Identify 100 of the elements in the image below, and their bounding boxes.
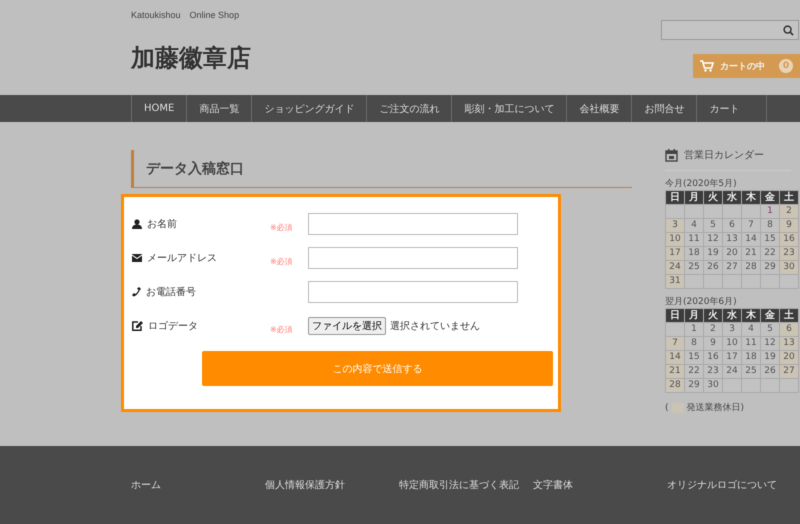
- required-note: ※必須: [270, 324, 293, 334]
- calendar-day: 15: [761, 233, 779, 246]
- required-note: ※必須: [270, 256, 293, 266]
- calendar-day: 22: [685, 365, 703, 378]
- weekday-header: 木: [742, 309, 760, 322]
- edit-icon: [132, 321, 143, 331]
- calendar-day: 19: [761, 351, 779, 364]
- file-status: 選択されていません: [390, 320, 480, 333]
- month-caption: 翌月(2020年6月): [665, 296, 738, 308]
- weekday-header: 火: [704, 309, 722, 322]
- calendar-day: 18: [742, 351, 760, 364]
- calendar-day: 31: [666, 275, 684, 288]
- nav-link[interactable]: 会社概要: [566, 95, 632, 122]
- weekday-header: 土: [780, 191, 798, 204]
- weekday-header: 水: [723, 191, 741, 204]
- calendar-day: 26: [704, 261, 722, 274]
- calendar-day: 20: [780, 351, 798, 364]
- search-field[interactable]: [661, 20, 799, 40]
- calendar-day: 12: [704, 233, 722, 246]
- calendar-day: 7: [666, 337, 684, 350]
- field-label: メールアドレス: [147, 252, 217, 265]
- calendar-day: 2: [780, 205, 798, 218]
- calendar-day: 10: [666, 233, 684, 246]
- footer-link[interactable]: 個人情報保護方針: [265, 478, 399, 492]
- text-field[interactable]: [308, 281, 518, 303]
- calendar-day: 17: [666, 247, 684, 260]
- calendar-day: 21: [666, 365, 684, 378]
- cart-count-badge: 0: [779, 59, 793, 73]
- field-label: お電話番号: [146, 286, 196, 299]
- footer-link[interactable]: ホーム: [131, 478, 265, 492]
- weekday-header: 木: [742, 191, 760, 204]
- calendar-day: 15: [685, 351, 703, 364]
- nav-link[interactable]: 彫刻・加工について: [451, 95, 566, 122]
- nav-link[interactable]: ショッピングガイド: [251, 95, 366, 122]
- site-tagline: Katoukishou Online Shop: [131, 9, 240, 22]
- phone-icon: [132, 287, 141, 297]
- weekday-header: 日: [666, 309, 684, 322]
- legend-paren: (: [665, 402, 669, 412]
- search-icon[interactable]: [783, 24, 794, 36]
- calendar-day: 3: [666, 219, 684, 232]
- field-label: ロゴデータ: [148, 320, 198, 333]
- calendar-day: 25: [742, 365, 760, 378]
- calendar-day: 8: [761, 219, 779, 232]
- calendar-day: 1: [761, 205, 779, 218]
- weekday-header: 土: [780, 309, 798, 322]
- calendar-day: 1: [685, 323, 703, 336]
- nav-link[interactable]: HOME: [131, 95, 186, 122]
- weekday-header: 月: [685, 191, 703, 204]
- weekday-header: 月: [685, 309, 703, 322]
- required-note: ※必須: [270, 222, 293, 232]
- weekday-header: 金: [761, 191, 779, 204]
- calendar-day: 28: [666, 379, 684, 392]
- calendar-day: 20: [723, 247, 741, 260]
- calendar-day: 5: [704, 219, 722, 232]
- text-field[interactable]: [308, 213, 518, 235]
- weekday-header: 金: [761, 309, 779, 322]
- text-field[interactable]: [308, 247, 518, 269]
- calendar-day: 5: [761, 323, 779, 336]
- site-logo[interactable]: 加藤徽章店: [131, 42, 251, 74]
- calendar-day: 16: [704, 351, 722, 364]
- calendar-day: 24: [723, 365, 741, 378]
- weekday-header: 火: [704, 191, 722, 204]
- nav-link[interactable]: 商品一覧: [186, 95, 252, 122]
- calendar-day: 16: [780, 233, 798, 246]
- calendar-day: 27: [780, 365, 798, 378]
- calendar-day: 14: [666, 351, 684, 364]
- footer-link[interactable]: オリジナルロゴについて: [667, 478, 777, 492]
- calendar-heading: 営業日カレンダー: [684, 148, 764, 162]
- calendar-day: 2: [704, 323, 722, 336]
- mail-icon: [132, 254, 142, 262]
- calendar-day: 29: [685, 379, 703, 392]
- calendar-day: 28: [742, 261, 760, 274]
- page-heading: データ入稿窓口: [131, 150, 632, 188]
- calendar-day: 11: [742, 337, 760, 350]
- calendar-day: 4: [685, 219, 703, 232]
- calendar-icon: [665, 148, 678, 162]
- choose-file-button[interactable]: ファイルを選択: [308, 317, 386, 335]
- calendar-day: 7: [742, 219, 760, 232]
- calendar-day: 21: [742, 247, 760, 260]
- calendar-day: 24: [666, 261, 684, 274]
- calendar-day: 9: [780, 219, 798, 232]
- calendar-day: 3: [723, 323, 741, 336]
- calendar-day: 12: [761, 337, 779, 350]
- calendar-day: 13: [780, 337, 798, 350]
- calendar-day: 18: [685, 247, 703, 260]
- calendar-day: 6: [780, 323, 798, 336]
- month-caption: 今月(2020年5月): [665, 178, 738, 190]
- calendar-day: 13: [723, 233, 741, 246]
- footer-link[interactable]: 特定商取引法に基づく表記: [399, 478, 533, 492]
- calendar-day: 30: [704, 379, 722, 392]
- nav-link[interactable]: ご注文の流れ: [366, 95, 452, 122]
- weekday-header: 日: [666, 191, 684, 204]
- calendar-day: 8: [685, 337, 703, 350]
- nav-link[interactable]: お問合せ: [631, 95, 696, 122]
- calendar-day: 27: [723, 261, 741, 274]
- calendar-day: 11: [685, 233, 703, 246]
- calendar-day: 23: [780, 247, 798, 260]
- nav-link[interactable]: カート: [696, 95, 768, 122]
- legend-label: 発送業務休日): [686, 402, 744, 414]
- footer-link[interactable]: 文字書体: [533, 478, 667, 492]
